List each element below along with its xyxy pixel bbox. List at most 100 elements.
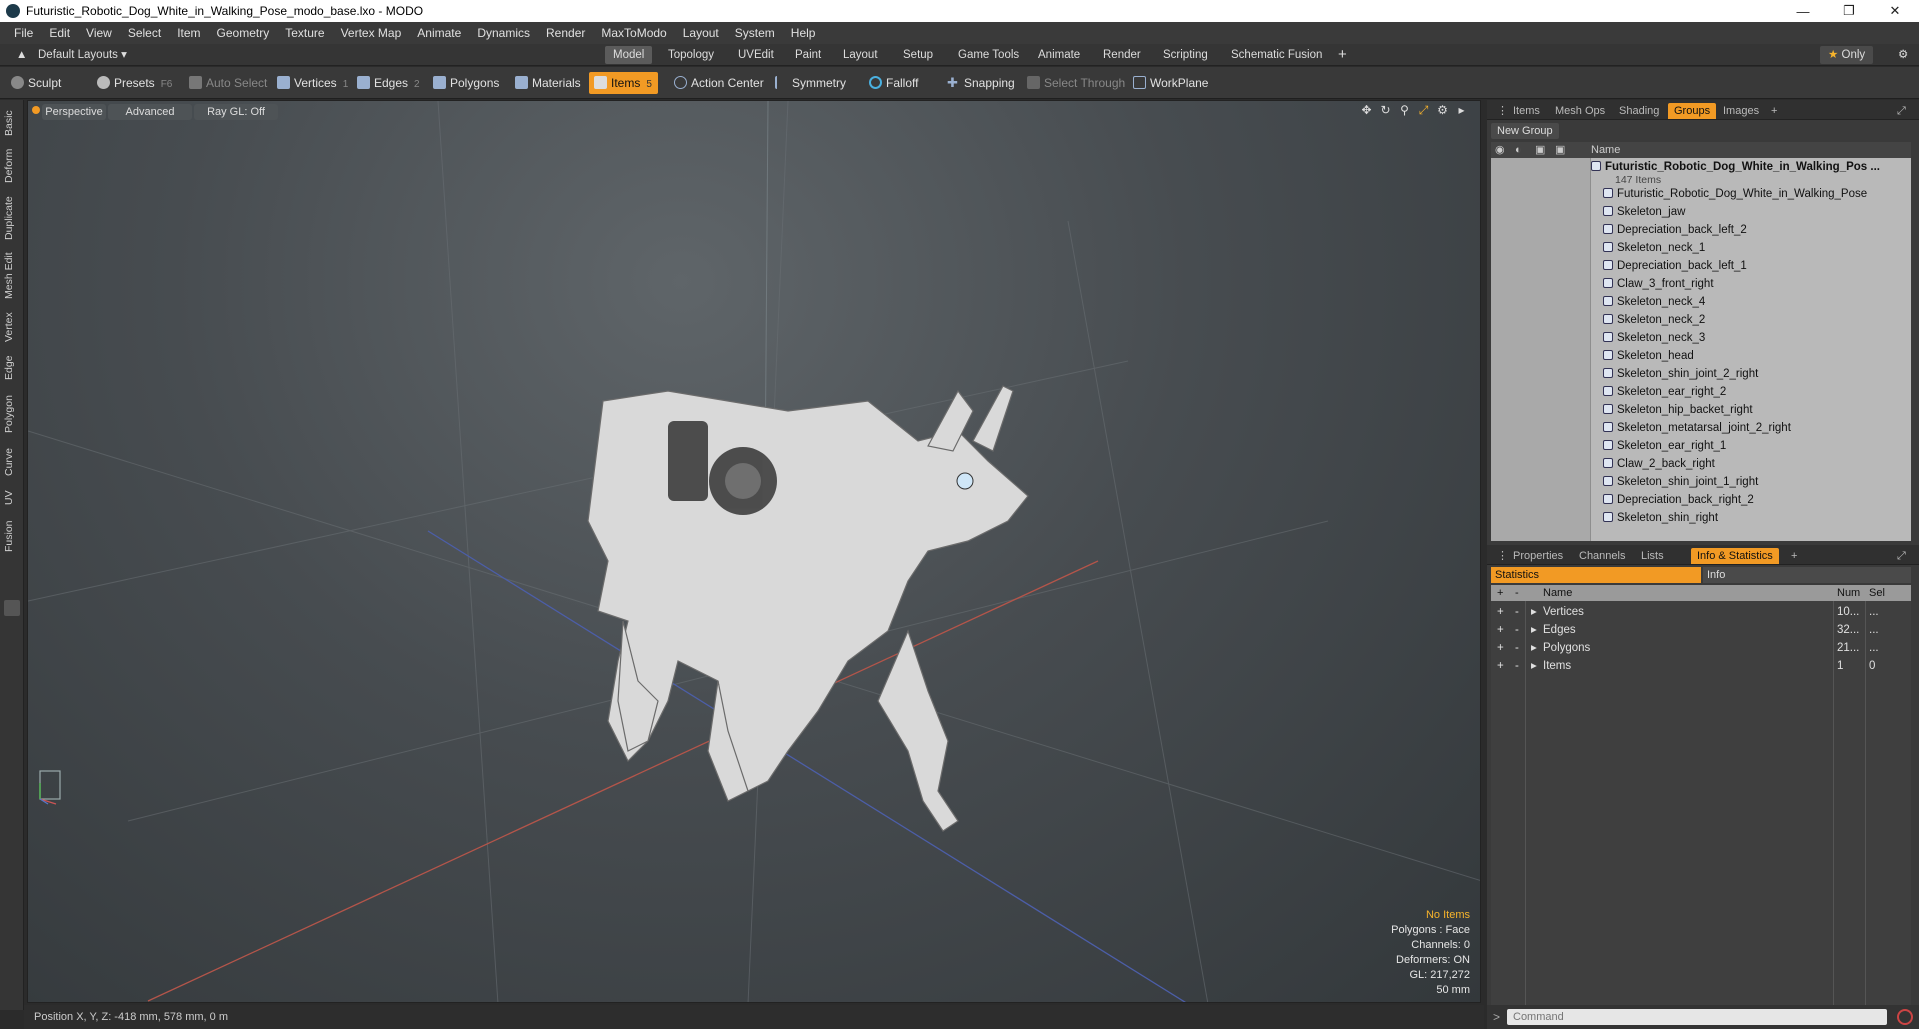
info-subtab[interactable]: Info: [1703, 567, 1911, 583]
add-tab-icon[interactable]: +: [1330, 46, 1355, 64]
polygons-button[interactable]: Polygons: [428, 72, 505, 94]
menu-animate[interactable]: Animate: [409, 26, 469, 40]
select-through-button[interactable]: Select Through: [1022, 72, 1131, 94]
tab-info-statistics[interactable]: Info & Statistics: [1691, 548, 1779, 564]
vtab-basic[interactable]: Basic: [3, 106, 21, 140]
add-panel-tab-icon[interactable]: +: [1765, 103, 1783, 119]
vtab-fusion[interactable]: Fusion: [3, 516, 21, 556]
record-icon[interactable]: [1897, 1009, 1913, 1025]
group-item-row[interactable]: Depreciation_back_left_1: [1591, 257, 1911, 275]
tab-layout[interactable]: Layout: [835, 46, 886, 64]
row-expand-icon[interactable]: +: [1497, 639, 1504, 657]
expand-all-icon[interactable]: +: [1497, 585, 1503, 601]
vtab-polygon[interactable]: Polygon: [3, 390, 21, 438]
tab-images[interactable]: Images: [1717, 103, 1765, 119]
menu-view[interactable]: View: [78, 26, 120, 40]
group-item-row[interactable]: Skeleton_jaw: [1591, 203, 1911, 221]
menu-texture[interactable]: Texture: [277, 26, 332, 40]
group-item-row[interactable]: Skeleton_hip_backet_right: [1591, 401, 1911, 419]
tab-schematic-fusion[interactable]: Schematic Fusion: [1223, 46, 1330, 64]
tab-setup[interactable]: Setup: [895, 46, 941, 64]
row-collapse-icon[interactable]: -: [1515, 621, 1519, 639]
materials-button[interactable]: Materials: [510, 72, 587, 94]
fit-view-icon[interactable]: ⤢: [1417, 104, 1430, 117]
tab-scripting[interactable]: Scripting: [1155, 46, 1216, 64]
tab-groups[interactable]: Groups: [1668, 103, 1717, 119]
panel-expand-icon[interactable]: ⤢: [1891, 103, 1912, 119]
group-item-row[interactable]: Skeleton_shin_joint_2_right: [1591, 365, 1911, 383]
vertices-button[interactable]: Vertices 1: [272, 72, 354, 94]
viewport-settings-icon[interactable]: ⚙: [1436, 104, 1449, 117]
group-item-row[interactable]: Skeleton_neck_3: [1591, 329, 1911, 347]
menu-help[interactable]: Help: [783, 26, 824, 40]
group-item-row[interactable]: Claw_3_front_right: [1591, 275, 1911, 293]
row-disclosure-icon[interactable]: ▸: [1531, 657, 1537, 675]
snapping-button[interactable]: ✚ Snapping: [942, 72, 1021, 94]
menu-dynamics[interactable]: Dynamics: [469, 26, 538, 40]
row-expand-icon[interactable]: +: [1497, 657, 1504, 675]
add-panel-tab-icon[interactable]: +: [1785, 548, 1803, 564]
menu-maxtomodo[interactable]: MaxToModo: [593, 26, 674, 40]
group-item-row[interactable]: Claw_2_back_right: [1591, 455, 1911, 473]
vtab-mesh-edit[interactable]: Mesh Edit: [3, 250, 21, 302]
group-item-row[interactable]: Futuristic_Robotic_Dog_White_in_Walking_…: [1591, 185, 1911, 203]
menu-vertex-map[interactable]: Vertex Map: [333, 26, 410, 40]
command-input[interactable]: [1507, 1009, 1887, 1025]
row-collapse-icon[interactable]: -: [1515, 603, 1519, 621]
statistics-row[interactable]: + - ▸ Polygons 21......: [1491, 639, 1911, 657]
tab-properties[interactable]: Properties: [1507, 548, 1569, 564]
statistics-subtab[interactable]: Statistics: [1491, 567, 1701, 583]
action-center-button[interactable]: Action Center: [669, 72, 770, 94]
only-toggle[interactable]: ★ Only: [1820, 46, 1874, 64]
menu-geometry[interactable]: Geometry: [209, 26, 278, 40]
minimize-button[interactable]: —: [1780, 0, 1826, 22]
menu-system[interactable]: System: [727, 26, 783, 40]
stats-name-header[interactable]: Name: [1543, 585, 1572, 601]
group-item-row[interactable]: Skeleton_shin_joint_1_right: [1591, 473, 1911, 491]
settings-gear-icon[interactable]: ⚙: [1890, 46, 1916, 64]
3d-viewport[interactable]: Perspective Advanced Ray GL: Off ✥ ↻ ⚲ ⤢…: [27, 100, 1481, 1003]
default-layouts-dropdown[interactable]: Default Layouts ▾: [30, 46, 135, 64]
menu-file[interactable]: File: [6, 26, 41, 40]
group-item-row[interactable]: Skeleton_neck_2: [1591, 311, 1911, 329]
falloff-button[interactable]: Falloff: [864, 72, 924, 94]
row-expand-icon[interactable]: +: [1497, 621, 1504, 639]
perspective-dropdown[interactable]: Perspective: [42, 104, 106, 120]
tab-model[interactable]: Model: [605, 46, 653, 64]
tab-items[interactable]: Items: [1507, 103, 1546, 119]
advanced-dropdown[interactable]: Advanced: [108, 104, 192, 120]
viewport-menu-icon[interactable]: [32, 106, 40, 114]
row-disclosure-icon[interactable]: ▸: [1531, 639, 1537, 657]
menu-edit[interactable]: Edit: [41, 26, 78, 40]
presets-button[interactable]: Presets F6: [92, 72, 178, 94]
tab-lists[interactable]: Lists: [1635, 548, 1670, 564]
group-item-row[interactable]: Skeleton_metatarsal_joint_2_right: [1591, 419, 1911, 437]
tab-render[interactable]: Render: [1095, 46, 1149, 64]
symmetry-button[interactable]: Symmetry: [770, 72, 852, 94]
group-item-row[interactable]: Depreciation_back_left_2: [1591, 221, 1911, 239]
tab-channels[interactable]: Channels: [1573, 548, 1631, 564]
tab-topology[interactable]: Topology: [660, 46, 722, 64]
group-item-row[interactable]: Skeleton_shin_right: [1591, 509, 1911, 527]
tab-animate[interactable]: Animate: [1030, 46, 1088, 64]
statistics-row[interactable]: + - ▸ Items 1 0: [1491, 657, 1911, 675]
statistics-row[interactable]: + - ▸ Vertices 10......: [1491, 603, 1911, 621]
group-item-row[interactable]: Skeleton_head: [1591, 347, 1911, 365]
edges-button[interactable]: Edges 2: [352, 72, 426, 94]
name-column-header[interactable]: Name: [1591, 142, 1620, 158]
row-disclosure-icon[interactable]: ▸: [1531, 621, 1537, 639]
expand-toggle-icon[interactable]: [4, 600, 20, 616]
menu-item[interactable]: Item: [169, 26, 208, 40]
group-item-row[interactable]: Skeleton_neck_1: [1591, 239, 1911, 257]
zoom-view-icon[interactable]: ⚲: [1398, 104, 1411, 117]
vtab-edge[interactable]: Edge: [3, 352, 21, 384]
menu-render[interactable]: Render: [538, 26, 593, 40]
menu-select[interactable]: Select: [120, 26, 169, 40]
group-item-row[interactable]: Skeleton_ear_right_1: [1591, 437, 1911, 455]
menu-layout[interactable]: Layout: [675, 26, 727, 40]
panel-expand-icon[interactable]: ⤢: [1891, 548, 1912, 564]
group-item-row[interactable]: Skeleton_neck_4: [1591, 293, 1911, 311]
vtab-vertex[interactable]: Vertex: [3, 308, 21, 346]
tab-paint[interactable]: Paint: [787, 46, 829, 64]
vtab-deform[interactable]: Deform: [3, 146, 21, 186]
